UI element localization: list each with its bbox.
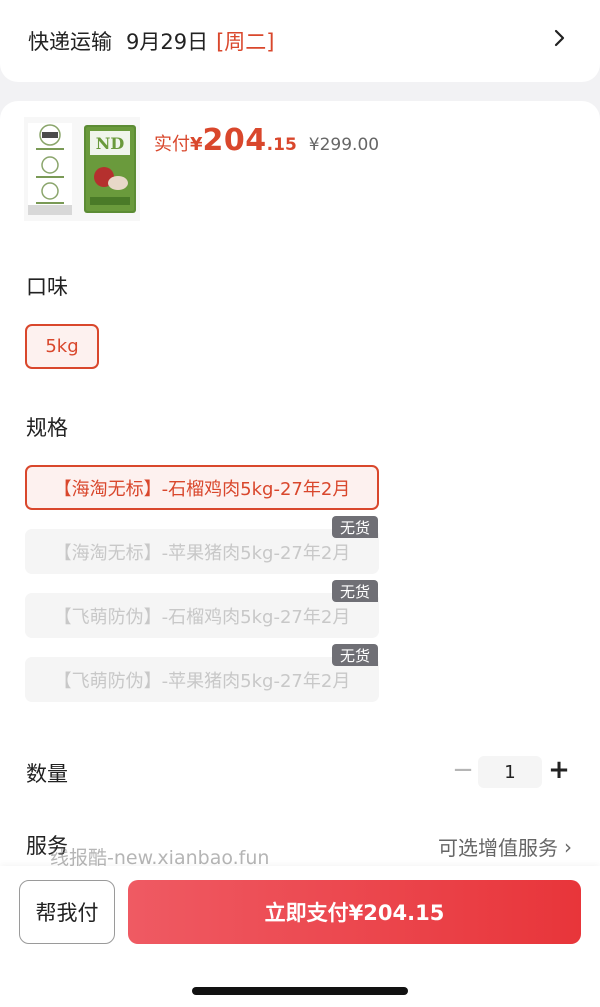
chevron-right-icon: › <box>564 834 572 859</box>
quantity-decrement-button[interactable]: − <box>450 755 476 785</box>
chevron-right-icon[interactable] <box>546 24 574 52</box>
out-of-stock-badge: 无货 <box>332 580 378 602</box>
flavor-option-5kg[interactable]: 5kg <box>25 324 99 369</box>
svg-text:ND: ND <box>96 134 125 153</box>
original-price: ¥299.00 <box>308 135 380 155</box>
shipping-weekday: [周二] <box>216 30 275 54</box>
product-image[interactable]: ND <box>24 117 140 221</box>
shipping-method: 快递运输 <box>28 30 112 54</box>
spec-title: 规格 <box>26 416 68 440</box>
price-currency: ¥ <box>190 134 203 155</box>
pay-now-button[interactable]: 立即支付¥204.15 <box>128 880 581 944</box>
service-link-label: 可选增值服务 <box>438 836 558 860</box>
out-of-stock-badge: 无货 <box>332 516 378 538</box>
spec-option-2[interactable]: 【海淘无标】-苹果猪肉5kg-27年2月 <box>25 529 379 574</box>
pay-for-me-button[interactable]: 帮我付 <box>19 880 115 944</box>
spec-option-4[interactable]: 【飞萌防伪】-苹果猪肉5kg-27年2月 <box>25 657 379 702</box>
price-decimal: .15 <box>266 135 297 155</box>
quantity-title: 数量 <box>26 762 68 786</box>
quantity-input[interactable]: 1 <box>478 756 542 788</box>
bottom-action-bar: 帮我付 立即支付¥204.15 <box>0 866 600 1007</box>
out-of-stock-badge: 无货 <box>332 644 378 666</box>
spec-option-3[interactable]: 【飞萌防伪】-石榴鸡肉5kg-27年2月 <box>25 593 379 638</box>
spec-option-1[interactable]: 【海淘无标】-石榴鸡肉5kg-27年2月 <box>25 465 379 510</box>
price-row: 实付 ¥ 204 .15 ¥299.00 <box>154 123 379 158</box>
price-label: 实付 <box>154 134 190 155</box>
flavor-title: 口味 <box>26 275 68 299</box>
shipping-card[interactable]: 快递运输 9月29日 [周二] <box>0 0 600 82</box>
shipping-date: 9月29日 <box>126 30 209 54</box>
quantity-increment-button[interactable]: + <box>546 753 572 787</box>
price-integer: 204 <box>202 123 267 158</box>
home-indicator[interactable] <box>192 987 408 995</box>
value-added-service-link[interactable]: 可选增值服务 › <box>438 832 572 861</box>
